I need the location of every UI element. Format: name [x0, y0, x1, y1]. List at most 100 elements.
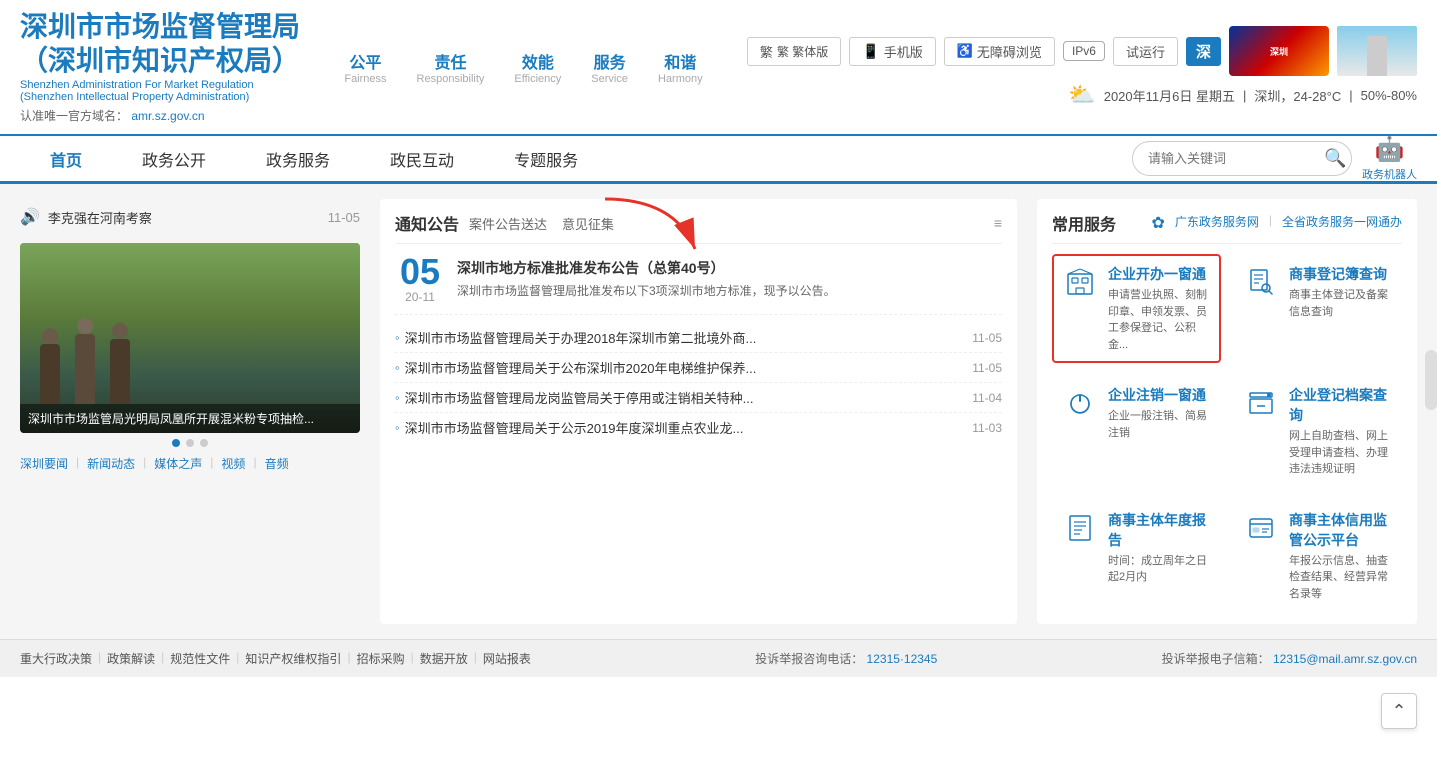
logo-en1: Shenzhen Administration For Market Regul… — [20, 79, 300, 103]
notice-date-4: 11-03 — [972, 421, 1002, 435]
footer-link-2[interactable]: 政策解读 — [107, 650, 155, 667]
footer-links: 重大行政决策 | 政策解读 | 规范性文件 | 知识产权维权指引 | 招标采购 … — [20, 650, 531, 667]
bullet-4: ◦ — [395, 420, 400, 435]
speaker-icon: 🔊 — [20, 207, 40, 227]
footer-link-5[interactable]: 招标采购 — [357, 650, 405, 667]
robot-icon: 🤖 — [1375, 135, 1405, 164]
notice-date-block: 05 20-11 — [395, 254, 445, 304]
service-enterprise-cancel[interactable]: 企业注销一窗通 企业一般注销、简易注销 — [1052, 375, 1221, 488]
notice-item-4: ◦ 深圳市市场监督管理局关于公示2019年度深圳重点农业龙... 11-03 — [395, 413, 1002, 442]
nav-special[interactable]: 专题服务 — [484, 135, 608, 186]
notice-text-2[interactable]: 深圳市市场监督管理局关于公布深圳市2020年电梯维护保养... — [405, 358, 963, 377]
link-guangdong[interactable]: 广东政务服务网 — [1175, 213, 1259, 233]
news-image-bg: 深圳市市场监管局光明局凤凰所开展混米粉专项抽检... — [20, 243, 360, 433]
notice-date-2: 11-05 — [972, 361, 1002, 375]
accessibility-btn[interactable]: ♿ 无障碍浏览 — [944, 37, 1055, 66]
tab-case-notice[interactable]: 案件公告送达 — [469, 212, 547, 235]
panel-more-icon[interactable]: ≡ — [994, 215, 1002, 231]
nav-government-service[interactable]: 政务服务 — [236, 135, 360, 186]
footer-email-contact: 投诉举报电子信箱： 12315@mail.amr.sz.gov.cn — [1162, 650, 1417, 667]
search-icon[interactable]: 🔍 — [1324, 148, 1346, 169]
service-biz-query[interactable]: 商事登记簿查询 商事主体登记及备案信息查询 — [1233, 254, 1402, 363]
news-link-video[interactable]: 视频 — [221, 455, 245, 472]
footer-link-6[interactable]: 数据开放 — [420, 650, 468, 667]
header-right: 繁 繁 繁体版 📱 手机版 ♿ 无障碍浏览 IPv6 试运行 深 深圳 ⛅ — [747, 26, 1417, 108]
services-title: 常用服务 — [1052, 211, 1116, 235]
header-values: 公平 Fairness 责任 Responsibility 效能 Efficie… — [344, 49, 702, 85]
complaint-email: 投诉举报电子信箱： 12315@mail.amr.sz.gov.cn — [1162, 650, 1417, 667]
bullet-3: ◦ — [395, 390, 400, 405]
search-box: 🔍 — [1132, 141, 1352, 176]
nav-government-open[interactable]: 政务公开 — [112, 135, 236, 186]
power-icon — [1062, 385, 1098, 421]
service-info-2: 商事登记簿查询 商事主体登记及备案信息查询 — [1289, 264, 1392, 320]
service-info-3: 企业注销一窗通 企业一般注销、简易注销 — [1108, 385, 1211, 441]
notice-date-3: 11-04 — [972, 391, 1002, 405]
services-links: ✿ 广东政务服务网 | 全省政务服务一网通办 — [1151, 213, 1402, 233]
notice-date-1: 11-05 — [972, 331, 1002, 345]
service-name-3: 企业注销一窗通 — [1108, 385, 1211, 405]
service-credit[interactable]: 商事主体信用监管公示平台 年报公示信息、抽查检查结果、经营异常名录等 — [1233, 500, 1402, 613]
common-services-panel: 常用服务 ✿ 广东政务服务网 | 全省政务服务一网通办 — [1037, 199, 1417, 624]
service-enterprise-open[interactable]: 企业开办一窗通 申请营业执照、刻制印章、申领发票、员工参保登记、公积金... — [1052, 254, 1221, 363]
notice-item-3: ◦ 深圳市市场监督管理局龙岗监管局关于停用或注销相关特种... 11-04 — [395, 383, 1002, 413]
header-controls: 繁 繁 繁体版 📱 手机版 ♿ 无障碍浏览 IPv6 试运行 深 深圳 — [747, 26, 1417, 76]
robot-button[interactable]: 🤖 政务机器人 — [1362, 135, 1417, 182]
news-link-shenzhen[interactable]: 深圳要闻 — [20, 455, 68, 472]
report-icon — [1062, 510, 1098, 546]
search-doc-icon — [1243, 264, 1279, 300]
search-input[interactable] — [1148, 151, 1324, 166]
values-row: 公平 Fairness 责任 Responsibility 效能 Efficie… — [344, 49, 702, 85]
announcement-bar: 🔊 李克强在河南考察 11-05 — [20, 199, 360, 235]
credit-icon — [1243, 510, 1279, 546]
notice-text-3[interactable]: 深圳市市场监督管理局龙岗监管局关于停用或注销相关特种... — [405, 388, 963, 407]
nav-interaction[interactable]: 政民互动 — [360, 135, 484, 186]
nav-home[interactable]: 首页 — [20, 135, 112, 186]
logo-domain: 认准唯一官方域名： amr.sz.gov.cn — [20, 107, 300, 124]
notice-featured-content: 深圳市地方标准批准发布公告（总第40号） 深圳市市场监督管理局批准发布以下3项深… — [457, 254, 836, 301]
service-grid: 企业开办一窗通 申请营业执照、刻制印章、申领发票、员工参保登记、公积金... — [1052, 254, 1402, 612]
footer-link-7[interactable]: 网站报表 — [483, 650, 531, 667]
value-fairness: 公平 Fairness — [344, 49, 386, 85]
service-name-2: 商事登记簿查询 — [1289, 264, 1392, 284]
notice-text-4[interactable]: 深圳市市场监督管理局关于公示2019年度深圳重点农业龙... — [405, 418, 963, 437]
tab-opinion[interactable]: 意见征集 — [562, 212, 614, 235]
news-links: 深圳要闻 | 新闻动态 | 媒体之声 | 视频 | 音频 — [20, 455, 360, 472]
service-name-6: 商事主体信用监管公示平台 — [1289, 510, 1392, 550]
service-archive-query[interactable]: 企业登记档案查询 网上自助查档、网上受理申请查档、办理违法违规证明 — [1233, 375, 1402, 488]
announcement-date: 11-05 — [328, 210, 360, 225]
footer-link-1[interactable]: 重大行政决策 — [20, 650, 92, 667]
value-service: 服务 Service — [591, 49, 628, 85]
accessibility-icon: ♿ — [957, 43, 973, 59]
notice-text-1[interactable]: 深圳市市场监督管理局关于办理2018年深圳市第二批境外商... — [405, 328, 963, 347]
bullet-2: ◦ — [395, 360, 400, 375]
dot-1[interactable] — [172, 439, 180, 447]
trial-btn[interactable]: 试运行 — [1113, 37, 1178, 66]
trad-chinese-btn[interactable]: 繁 繁 繁体版 — [747, 37, 841, 66]
news-image: 深圳市市场监管局光明局凤凰所开展混米粉专项抽检... — [20, 243, 360, 433]
header: 深圳市市场监督管理局 （深圳市知识产权局） Shenzhen Administr… — [0, 0, 1437, 136]
link-province[interactable]: 全省政务服务一网通办 — [1282, 213, 1402, 233]
notice-item-2: ◦ 深圳市市场监督管理局关于公布深圳市2020年电梯维护保养... 11-05 — [395, 353, 1002, 383]
footer-link-3[interactable]: 规范性文件 — [170, 650, 230, 667]
service-desc-4: 网上自助查档、网上受理申请查档、办理违法违规证明 — [1289, 428, 1392, 478]
news-caption: 深圳市市场监管局光明局凤凰所开展混米粉专项抽检... — [20, 404, 360, 433]
service-annual-report[interactable]: 商事主体年度报告 时间：成立周年之日起2月内 — [1052, 500, 1221, 613]
news-link-audio[interactable]: 音频 — [265, 455, 289, 472]
notice-featured-title[interactable]: 深圳市地方标准批准发布公告（总第40号） — [457, 258, 836, 278]
dot-3[interactable] — [200, 439, 208, 447]
footer-link-4[interactable]: 知识产权维权指引 — [245, 650, 341, 667]
mobile-btn[interactable]: 📱 手机版 — [849, 37, 935, 66]
value-harmony: 和谐 Harmony — [658, 49, 703, 85]
service-name-1: 企业开办一窗通 — [1108, 264, 1211, 284]
footer-contact: 投诉举报咨询电话： 12315·12345 — [755, 650, 937, 667]
panel-header: 通知公告 案件公告送达 意见征集 ≡ — [395, 211, 1002, 244]
scrollbar[interactable] — [1425, 350, 1437, 410]
trad-icon: 繁 — [760, 42, 773, 61]
weather-info: ⛅ 2020年11月6日 星期五 | 深圳，24-28°C | 50%-80% — [1068, 82, 1417, 108]
dot-2[interactable] — [186, 439, 194, 447]
scroll-top-button[interactable]: ⌃ — [1381, 693, 1417, 729]
bullet-1: ◦ — [395, 330, 400, 345]
news-link-dynamics[interactable]: 新闻动态 — [87, 455, 135, 472]
news-link-media[interactable]: 媒体之声 — [154, 455, 202, 472]
